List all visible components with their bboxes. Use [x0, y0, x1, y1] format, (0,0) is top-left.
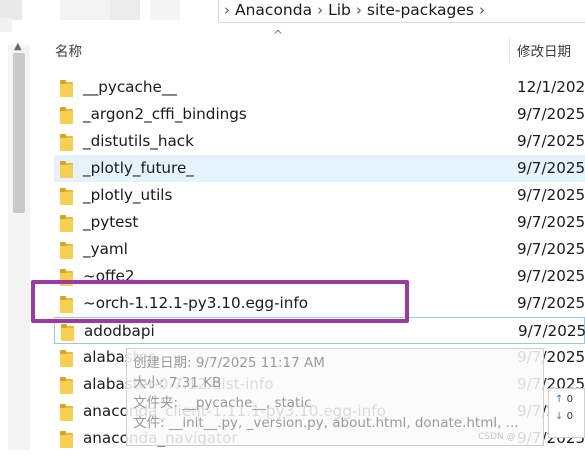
- download-value: 0: [566, 411, 573, 422]
- file-name: _yaml: [83, 240, 128, 258]
- list-item[interactable]: _plotly_future_ 9/7/2025: [54, 155, 585, 182]
- breadcrumb: › Anaconda › Lib › site-packages ›: [218, 0, 585, 23]
- modified-date: 9/7/2025: [517, 240, 585, 258]
- list-item[interactable]: _plotly_utils 9/7/2025: [54, 182, 585, 209]
- download-counter: ↓ 0: [555, 411, 573, 422]
- highlight-box: [31, 280, 409, 323]
- arrow-down-icon: ↓: [555, 411, 564, 422]
- folder-icon: [61, 323, 74, 341]
- modified-date: 12/1/2025: [517, 78, 585, 96]
- breadcrumb-item-site-packages[interactable]: site-packages: [367, 0, 474, 20]
- modified-date: 9/7/2025: [517, 213, 585, 231]
- scrollbar-thumb[interactable]: [13, 53, 25, 213]
- chevron-right-icon[interactable]: ›: [219, 0, 235, 20]
- folder-icon: [60, 349, 73, 367]
- modified-date: 9/7/2025: [517, 186, 585, 204]
- modified-date: 9/7/2025: [517, 159, 585, 177]
- file-name: _argon2_cffi_bindings: [83, 105, 247, 123]
- blurred-region: [150, 0, 180, 20]
- folder-icon: [60, 403, 73, 421]
- tooltip-size: 大小: 7.31 KB: [133, 375, 222, 391]
- list-item[interactable]: __pycache__ 12/1/2025: [54, 74, 585, 101]
- folder-icon: [60, 79, 73, 97]
- column-header-date[interactable]: 修改日期: [517, 40, 571, 60]
- folder-icon: [60, 214, 73, 232]
- modified-date: 9/7/2025: [518, 322, 585, 340]
- folder-icon: [60, 106, 73, 124]
- blurred-region: [0, 18, 12, 32]
- watermark: CSDN @: [478, 432, 516, 442]
- navigation-pane: ▲: [0, 0, 180, 450]
- modified-date: 9/7/2025: [517, 132, 585, 150]
- folder-icon: [60, 133, 73, 151]
- file-name: __pycache__: [83, 78, 177, 96]
- chevron-right-icon[interactable]: ›: [351, 0, 367, 20]
- file-name: _plotly_future_: [83, 159, 194, 177]
- chevron-right-icon[interactable]: ›: [474, 0, 490, 20]
- scroll-up-icon[interactable]: ▲: [14, 41, 22, 52]
- blurred-region: [60, 0, 110, 20]
- list-item[interactable]: _yaml 9/7/2025: [54, 236, 585, 263]
- status-mini-panel: ↑ 0 ↓ 0: [548, 388, 585, 438]
- breadcrumb-item-lib[interactable]: Lib: [328, 0, 351, 20]
- folder-icon: [60, 187, 73, 205]
- file-name: _plotly_utils: [83, 186, 173, 204]
- tooltip-folders: 文件夹: __pycache__, static: [133, 395, 312, 411]
- folder-icon: [60, 160, 73, 178]
- blurred-region: [110, 0, 140, 20]
- upload-value: 0: [566, 394, 573, 405]
- modified-date: 9/7/2025: [517, 294, 585, 312]
- modified-date: 9/7/2025: [517, 267, 585, 285]
- upload-counter: ↑ 0: [555, 394, 573, 405]
- list-item[interactable]: _pytest 9/7/2025: [54, 209, 585, 236]
- breadcrumb-item-anaconda[interactable]: Anaconda: [235, 0, 312, 20]
- folder-icon: [60, 430, 73, 448]
- column-header: 名称 修改日期: [32, 37, 585, 63]
- folder-icon: [60, 241, 73, 259]
- modified-date: 9/7/2025: [517, 105, 585, 123]
- navigation-scrollbar[interactable]: ▲: [8, 41, 30, 450]
- list-item[interactable]: _distutils_hack 9/7/2025: [54, 128, 585, 155]
- blurred-region: [0, 0, 22, 20]
- file-name: _distutils_hack: [83, 132, 194, 150]
- column-divider[interactable]: [509, 37, 510, 63]
- tooltip-created-date: 创建日期: 9/7/2025 11:17 AM: [133, 355, 325, 371]
- tooltip-files: 文件: __init__.py, _version.py, about.html…: [133, 415, 519, 431]
- file-name: _pytest: [83, 213, 139, 231]
- chevron-right-icon[interactable]: ›: [312, 0, 328, 20]
- list-item[interactable]: _argon2_cffi_bindings 9/7/2025: [54, 101, 585, 128]
- column-header-name[interactable]: 名称: [55, 40, 82, 60]
- arrow-up-icon: ↑: [555, 394, 564, 405]
- folder-icon: [60, 376, 73, 394]
